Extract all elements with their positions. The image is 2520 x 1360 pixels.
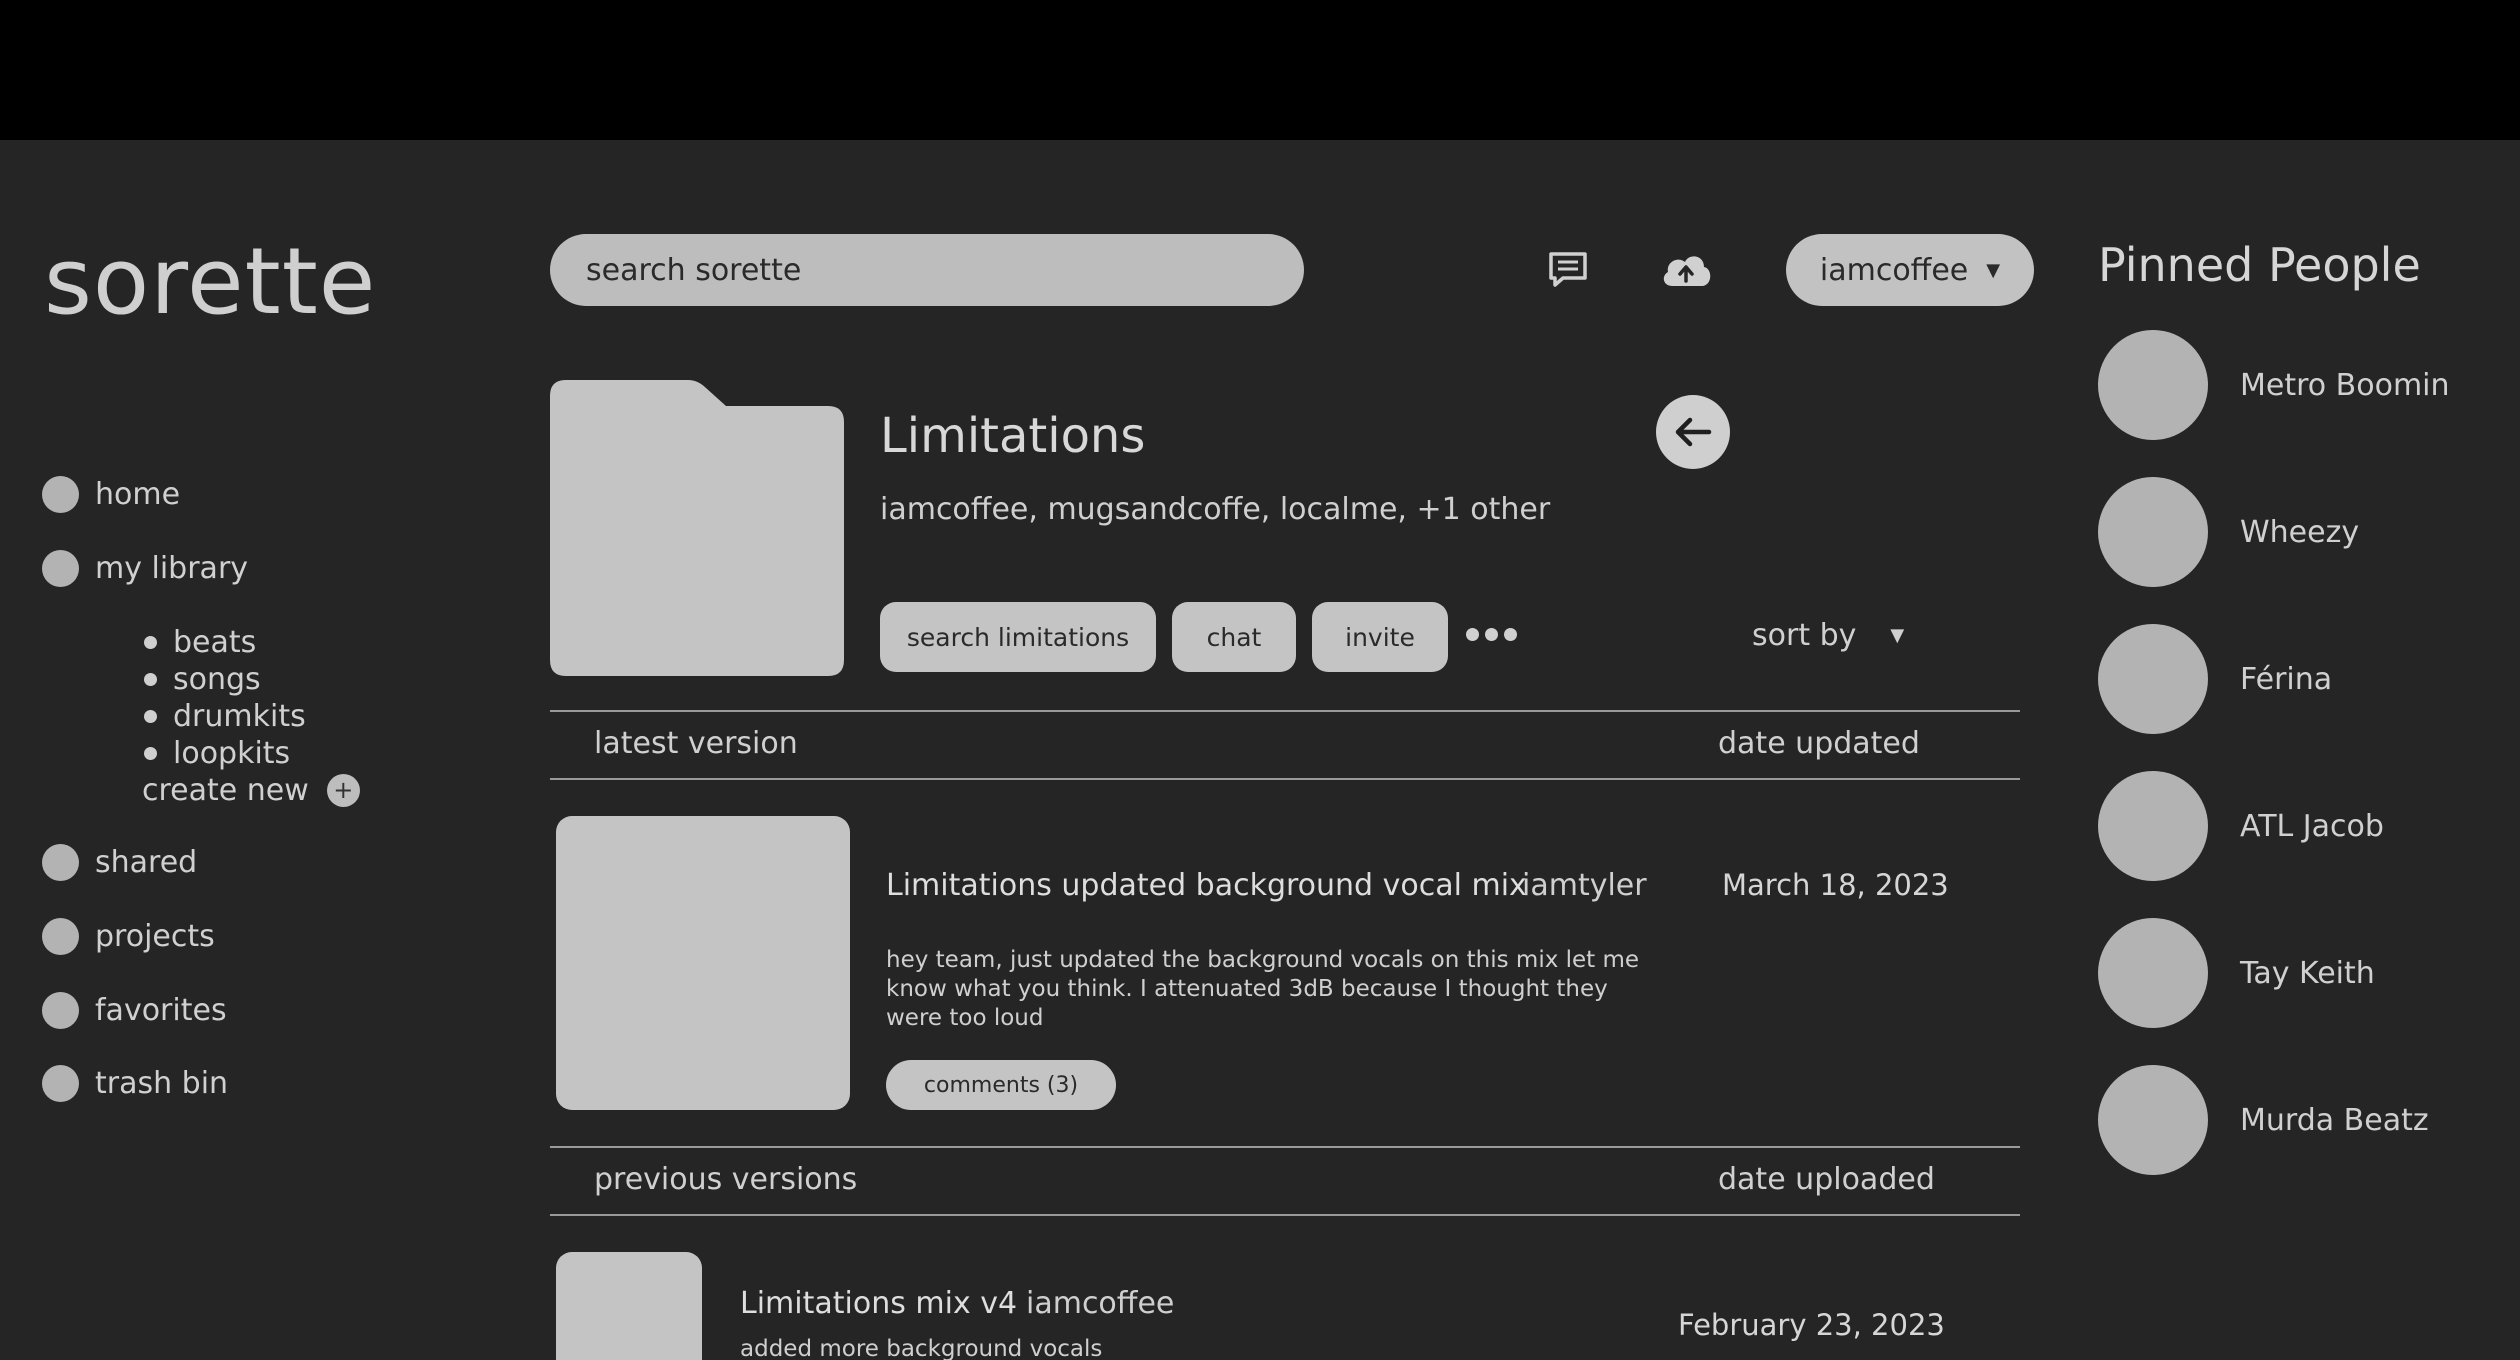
version-thumbnail[interactable] bbox=[556, 816, 850, 1110]
sidebar-subitem-beats[interactable]: beats bbox=[144, 624, 360, 661]
sidebar-item-label: favorites bbox=[95, 993, 227, 1028]
sidebar-item-favorites[interactable]: favorites bbox=[42, 992, 227, 1029]
sidebar-item-label: trash bin bbox=[95, 1066, 229, 1101]
favorites-icon bbox=[42, 992, 79, 1029]
sidebar-subitem-label: loopkits bbox=[173, 736, 291, 771]
version-author[interactable]: iamcoffee bbox=[1026, 1286, 1174, 1321]
projects-icon bbox=[42, 918, 79, 955]
sidebar-item-shared[interactable]: shared bbox=[42, 844, 197, 881]
plus-icon: + bbox=[326, 774, 360, 807]
invite-button[interactable]: invite bbox=[1312, 602, 1448, 672]
shared-icon bbox=[42, 844, 79, 881]
message-icon[interactable] bbox=[1538, 240, 1598, 300]
caret-down-icon: ▼ bbox=[1890, 625, 1905, 646]
create-new-label: create new bbox=[142, 773, 309, 808]
version-author[interactable]: iamtyler bbox=[1522, 868, 1647, 903]
sidebar-item-home[interactable]: home bbox=[42, 476, 180, 513]
date-updated-heading[interactable]: date updated bbox=[1718, 726, 1920, 761]
search-limitations-button[interactable]: search limitations bbox=[880, 602, 1156, 672]
previous-versions-heading: previous versions bbox=[594, 1162, 858, 1197]
arrow-left-icon bbox=[1675, 417, 1712, 447]
back-button[interactable] bbox=[1656, 395, 1730, 469]
sidebar-item-my-library[interactable]: my library bbox=[42, 550, 248, 587]
avatar bbox=[2098, 771, 2208, 881]
avatar bbox=[2098, 624, 2208, 734]
more-dots-icon[interactable] bbox=[1462, 620, 1521, 649]
avatar bbox=[2098, 1065, 2208, 1175]
version-thumbnail[interactable] bbox=[556, 1252, 702, 1360]
person-name: Tay Keith bbox=[2240, 955, 2375, 991]
pinned-person[interactable]: Férina bbox=[2098, 624, 2332, 734]
divider bbox=[550, 710, 2020, 712]
pinned-person[interactable]: Wheezy bbox=[2098, 477, 2359, 587]
person-name: Metro Boomin bbox=[2240, 367, 2450, 403]
caret-down-icon: ▼ bbox=[1986, 259, 2001, 281]
divider bbox=[550, 778, 2020, 780]
pinned-person[interactable]: Tay Keith bbox=[2098, 918, 2375, 1028]
project-title: Limitations bbox=[880, 408, 1146, 464]
project-members: iamcoffee, mugsandcoffe, localme, +1 oth… bbox=[880, 492, 1551, 527]
sidebar-item-label: projects bbox=[95, 919, 215, 954]
username-label: iamcoffee bbox=[1819, 252, 1969, 288]
bullet-icon bbox=[144, 636, 157, 649]
search-input[interactable]: search sorette bbox=[550, 234, 1304, 306]
sidebar-item-label: shared bbox=[95, 845, 198, 880]
avatar bbox=[2098, 330, 2208, 440]
person-name: ATL Jacob bbox=[2240, 808, 2384, 844]
bullet-icon bbox=[144, 710, 157, 723]
pinned-person[interactable]: ATL Jacob bbox=[2098, 771, 2384, 881]
library-icon bbox=[42, 550, 79, 587]
date-uploaded-heading[interactable]: date uploaded bbox=[1718, 1162, 1935, 1197]
avatar bbox=[2098, 918, 2208, 1028]
bullet-icon bbox=[144, 747, 157, 760]
sidebar-subitem-loopkits[interactable]: loopkits bbox=[144, 735, 360, 772]
sort-label: sort by bbox=[1752, 618, 1857, 653]
top-black-bar bbox=[0, 0, 2520, 140]
app-logo[interactable]: sorette bbox=[44, 228, 376, 335]
pinned-person[interactable]: Murda Beatz bbox=[2098, 1065, 2429, 1175]
trash-icon bbox=[42, 1065, 79, 1102]
person-name: Wheezy bbox=[2240, 514, 2360, 550]
avatar bbox=[2098, 477, 2208, 587]
sort-by-dropdown[interactable]: sort by ▼ bbox=[1752, 618, 1904, 653]
version-title[interactable]: Limitations mix v4 bbox=[740, 1286, 1017, 1321]
version-date: February 23, 2023 bbox=[1678, 1308, 1945, 1342]
comments-button[interactable]: comments (3) bbox=[886, 1060, 1116, 1110]
sidebar-subitem-songs[interactable]: songs bbox=[144, 661, 360, 698]
library-sub-list: beats songs drumkits loopkits create new… bbox=[142, 624, 360, 809]
pinned-person[interactable]: Metro Boomin bbox=[2098, 330, 2450, 440]
sidebar-item-label: home bbox=[95, 477, 181, 512]
version-description: added more background vocals bbox=[740, 1336, 1103, 1360]
sidebar-item-trash-bin[interactable]: trash bin bbox=[42, 1065, 228, 1102]
divider bbox=[550, 1146, 2020, 1148]
cloud-upload-icon[interactable] bbox=[1656, 240, 1716, 300]
create-new-button[interactable]: create new + bbox=[142, 772, 360, 809]
sidebar-subitem-label: beats bbox=[173, 625, 257, 660]
version-title[interactable]: Limitations updated background vocal mix bbox=[886, 868, 1527, 903]
user-menu-button[interactable]: iamcoffee ▼ bbox=[1786, 234, 2034, 306]
folder-icon bbox=[550, 380, 846, 680]
app-window: sorette home my library beats songs drum… bbox=[0, 140, 2520, 1360]
version-date: March 18, 2023 bbox=[1722, 868, 1949, 902]
person-name: Murda Beatz bbox=[2240, 1102, 2429, 1138]
pinned-people-heading: Pinned People bbox=[2098, 238, 2421, 292]
chat-button[interactable]: chat bbox=[1172, 602, 1296, 672]
sidebar-item-projects[interactable]: projects bbox=[42, 918, 215, 955]
search-placeholder: search sorette bbox=[586, 252, 802, 288]
sidebar-item-label: my library bbox=[95, 551, 249, 586]
bullet-icon bbox=[144, 673, 157, 686]
sidebar-subitem-drumkits[interactable]: drumkits bbox=[144, 698, 360, 735]
latest-version-heading: latest version bbox=[594, 726, 798, 761]
divider bbox=[550, 1214, 2020, 1216]
sidebar-subitem-label: drumkits bbox=[173, 699, 306, 734]
version-description: hey team, just updated the background vo… bbox=[886, 947, 1640, 1031]
sidebar-subitem-label: songs bbox=[173, 662, 261, 697]
home-icon bbox=[42, 476, 79, 513]
person-name: Férina bbox=[2240, 661, 2333, 697]
